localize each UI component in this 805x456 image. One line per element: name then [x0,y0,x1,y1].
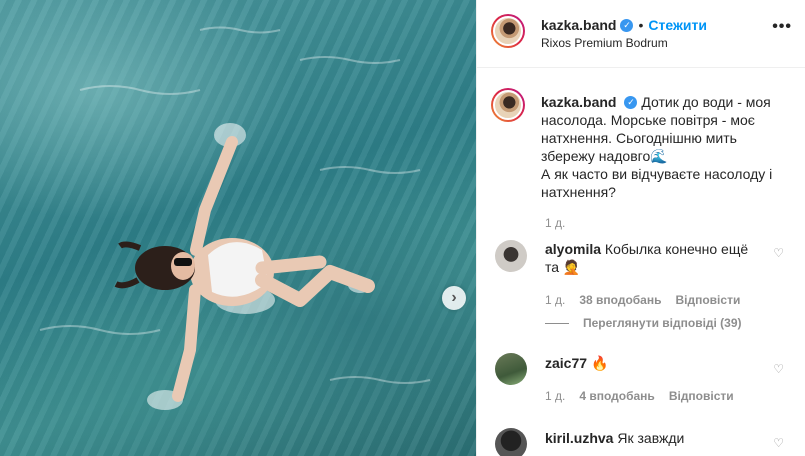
comment-likes[interactable]: 38 вподобань [579,293,661,307]
reply-button[interactable]: Відповісти [675,293,740,307]
separator-dot: • [638,17,644,33]
post-header: kazka.band ✓ • Стежити Rixos Premium Bod… [477,0,805,68]
comment-text-block: kiril.uzhva Як завжди [545,429,765,447]
avatar[interactable] [491,14,525,48]
chevron-right-icon: › [451,289,457,306]
comment-username[interactable]: zaic77 [545,355,587,371]
reply-button[interactable]: Відповісти [669,389,734,403]
comment-avatar[interactable] [495,428,527,456]
more-options-icon[interactable]: ••• [772,18,792,36]
follow-button[interactable]: Стежити [648,17,707,33]
like-heart-icon[interactable]: ♡ [773,246,784,260]
comment-meta: 1 д. 4 вподобань Відповісти [545,389,748,403]
caption: kazka.band ✓ Дотик до води - моя насолод… [541,93,789,201]
caption-time[interactable]: 1 д. [545,216,565,230]
comment-time[interactable]: 1 д. [545,293,565,307]
carousel-next-button[interactable]: › [442,286,466,310]
comment-time[interactable]: 1 д. [545,389,565,403]
like-heart-icon[interactable]: ♡ [773,436,784,450]
comment-meta: 1 д. 38 вподобань Відповісти [545,293,754,307]
comment-likes[interactable]: 4 вподобань [579,389,654,403]
comment-avatar[interactable] [495,353,527,385]
comment-text-block: alyomila Кобылка конечно ещё та 🤦 [545,240,765,276]
comment-text: 🔥 [590,355,609,371]
like-heart-icon[interactable]: ♡ [773,362,784,376]
comment-avatar[interactable] [495,240,527,272]
comment-text: Як завжди [617,430,685,446]
post-photo: › [0,0,476,456]
post-side-panel: kazka.band ✓ • Стежити Rixos Premium Bod… [476,0,805,456]
location-link[interactable]: Rixos Premium Bodrum [541,36,668,50]
swimmer-illustration [39,26,431,410]
header-username[interactable]: kazka.band [541,17,616,33]
verified-icon: ✓ [620,18,634,32]
verified-icon: ✓ [624,95,638,109]
view-replies-label: Переглянути відповіді (39) [583,316,742,330]
comment-text-block: zaic77 🔥 [545,354,765,372]
comment-username[interactable]: kiril.uzhva [545,430,613,446]
view-replies-button[interactable]: Переглянути відповіді (39) [545,316,742,330]
comment-username[interactable]: alyomila [545,241,601,257]
replies-divider [545,322,569,324]
caption-username[interactable]: kazka.band [541,93,616,111]
header-user-line: kazka.band ✓ • Стежити [541,17,707,33]
caption-avatar[interactable] [491,88,525,122]
